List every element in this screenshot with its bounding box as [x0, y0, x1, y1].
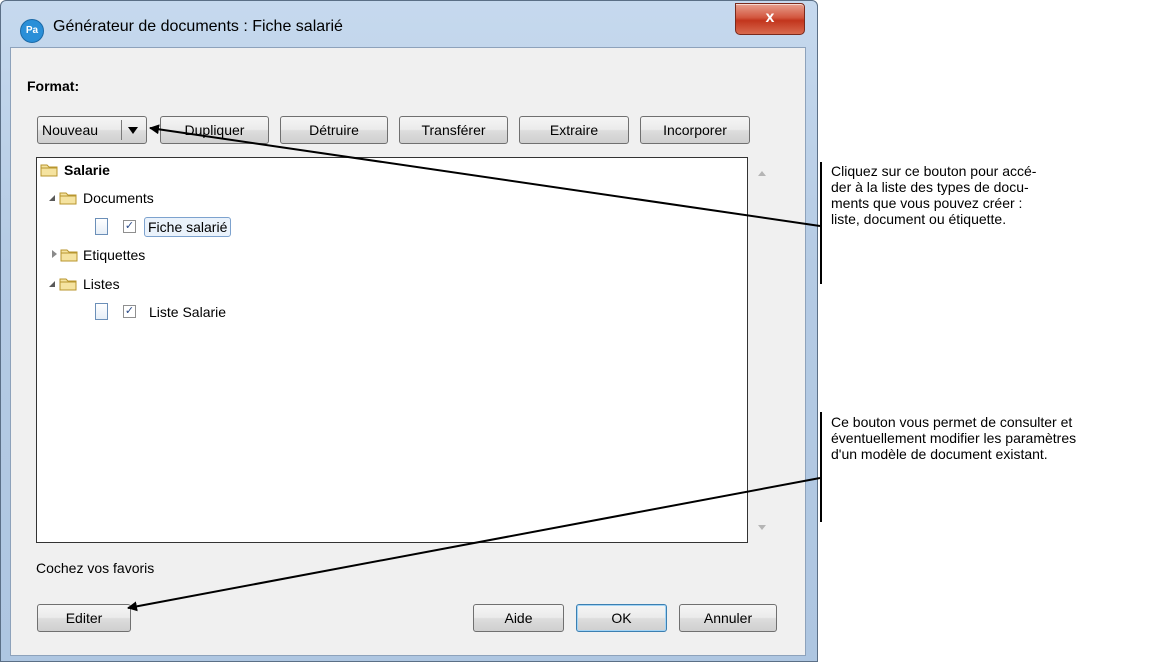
arrow-to-new-dropdown [149, 124, 821, 227]
callout-arrows [127, 124, 821, 612]
arrow-to-edit-button [127, 477, 821, 612]
